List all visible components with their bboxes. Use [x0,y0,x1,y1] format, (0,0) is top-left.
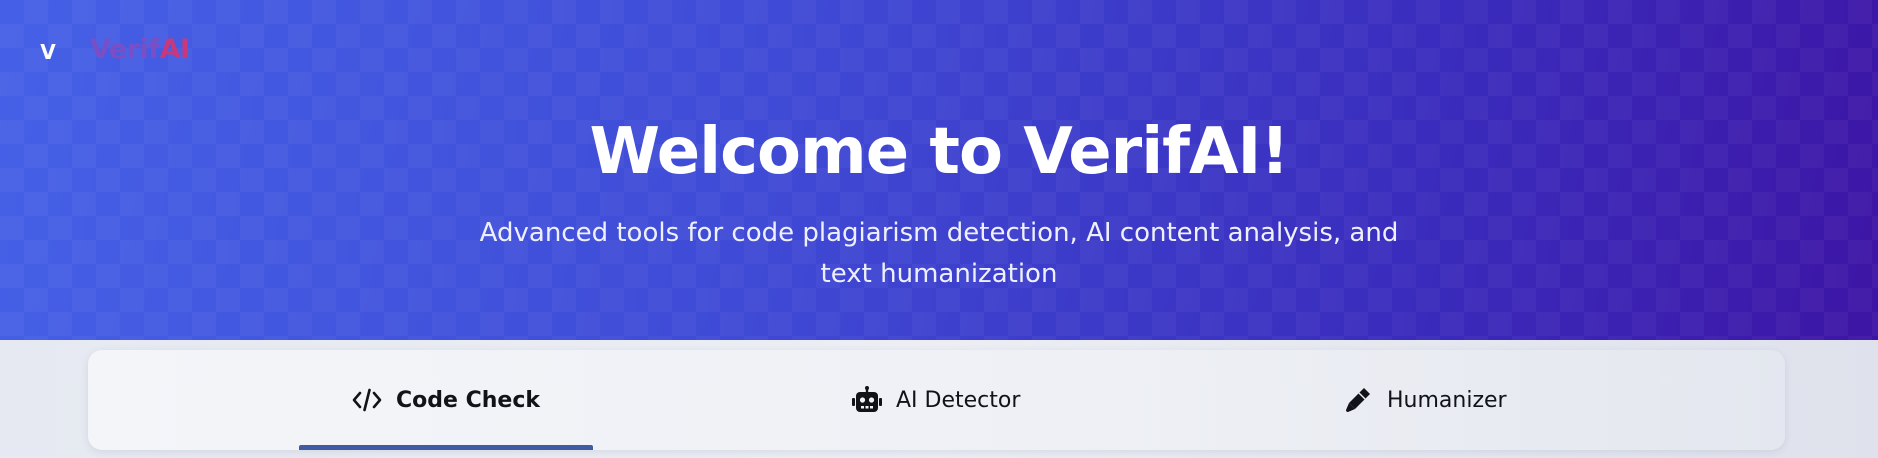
hero-subtitle: Advanced tools for code plagiarism detec… [469,213,1409,295]
tab-bar: Code Check AI Detector Humanizer [88,350,1785,450]
code-icon [352,385,382,415]
pen-icon [1343,385,1373,415]
logo-badge[interactable]: V [30,34,66,70]
brand-name-part1: Verif [90,34,160,65]
tab-humanizer[interactable]: Humanizer [1343,350,1507,450]
tab-ai-detector-label: AI Detector [896,387,1021,413]
hero-banner: V VerifAI Welcome to VerifAI! Advanced t… [0,0,1878,340]
tab-code-check[interactable]: Code Check [352,350,540,450]
page-title: Welcome to VerifAI! [589,115,1289,189]
brand-logo[interactable]: VerifAI [90,34,190,65]
hero-subtitle-line1: Advanced tools for code plagiarism detec… [479,218,1399,248]
logo-badge-letter: V [40,40,56,64]
active-tab-indicator [299,445,593,450]
tab-code-check-label: Code Check [396,387,540,413]
tab-ai-detector[interactable]: AI Detector [852,350,1020,450]
tab-humanizer-label: Humanizer [1387,387,1507,413]
robot-icon [852,385,882,415]
brand-name-part2: AI [159,34,190,65]
hero-subtitle-line2: text humanization [820,259,1058,289]
